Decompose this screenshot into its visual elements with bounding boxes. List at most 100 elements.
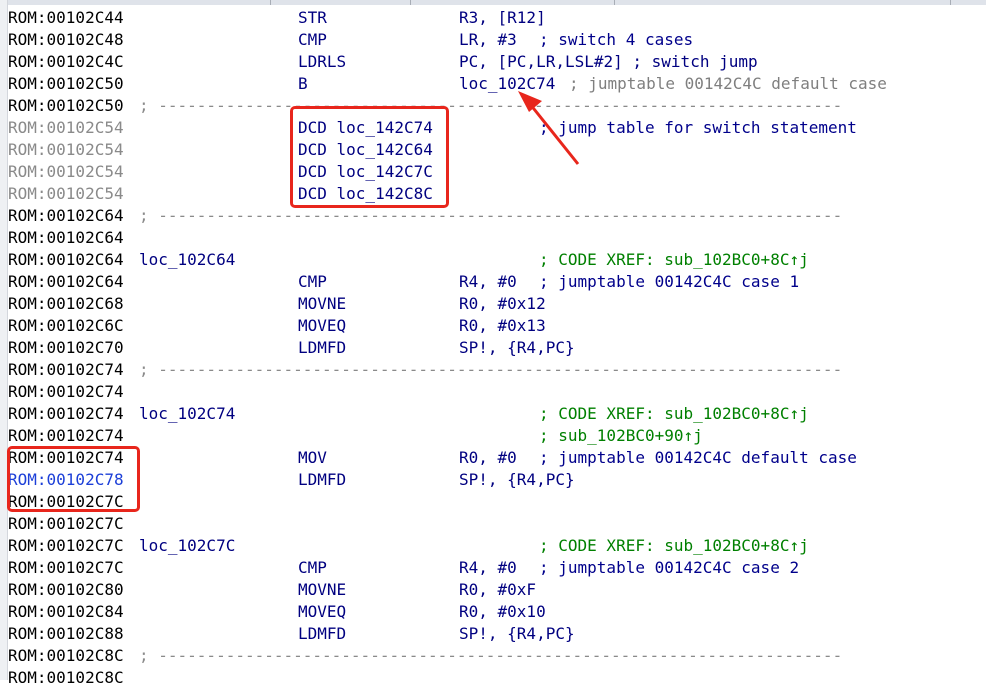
listing-line[interactable]: ROM:00102C88 LDMFD SP!, {R4,PC}: [8, 623, 986, 645]
operands[interactable]: R4, #0: [459, 557, 517, 579]
mnemonic: LDRLS: [298, 52, 347, 71]
listing-line[interactable]: ROM:00102C64 CMP R4, #0 ; jumptable 00142C4…: [8, 271, 986, 293]
separator-line: ; --------------------------------------…: [139, 206, 843, 225]
listing-line[interactable]: ROM:00102C50 ; --------------------------…: [8, 95, 986, 117]
listing-line[interactable]: ROM:00102C64 loc_102C64 ; CODE XREF: sub_1…: [8, 249, 986, 271]
address: ROM:00102C7C: [8, 514, 124, 533]
mnemonic: MOVNE: [298, 580, 347, 599]
jump-table-highlight-box: [290, 106, 449, 208]
operands[interactable]: R0, #0: [459, 447, 517, 469]
listing-line[interactable]: ROM:00102C74 ; sub_102BC0+90↑j: [8, 425, 986, 447]
xref-comment: ; CODE XREF: sub_102BC0+8C↑j: [539, 536, 809, 555]
default-case-highlight-box: [7, 446, 140, 512]
code-label[interactable]: loc_102C74: [139, 403, 235, 425]
comment: ; jumptable 00142C4C default case: [539, 448, 857, 467]
operands[interactable]: SP!, {R4,PC}: [459, 469, 575, 491]
address: ROM:00102C7C: [8, 558, 124, 577]
address: ROM:00102C4C: [8, 52, 124, 71]
listing-line[interactable]: ROM:00102C44 STR R3, [R12]: [8, 7, 986, 29]
listing-line[interactable]: ROM:00102C64: [8, 227, 986, 249]
address: ROM:00102C74: [8, 404, 124, 423]
address: ROM:00102C50: [8, 96, 124, 115]
address: ROM:00102C70: [8, 338, 124, 357]
code-label[interactable]: loc_102C7C: [139, 535, 235, 557]
listing-line[interactable]: ROM:00102C6C MOVEQ R0, #0x13: [8, 315, 986, 337]
comment: ; jumptable 00142C4C case 1: [539, 272, 800, 291]
comment: ; switch 4 cases: [539, 30, 694, 49]
address: ROM:00102C64: [8, 228, 124, 247]
address: ROM:00102C54: [8, 140, 124, 159]
operands[interactable]: SP!, {R4,PC}: [459, 623, 575, 645]
address: ROM:00102C74: [8, 382, 124, 401]
listing-line[interactable]: ROM:00102C7C CMP R4, #0 ; jumptable 00142C4…: [8, 557, 986, 579]
mnemonic: LDMFD: [298, 624, 347, 643]
listing-line[interactable]: ROM:00102C68 MOVNE R0, #0x12: [8, 293, 986, 315]
listing-line[interactable]: ROM:00102C7C: [8, 513, 986, 535]
operands[interactable]: R0, #0xF: [459, 579, 536, 601]
listing-line[interactable]: ROM:00102C8C ; --------------------------…: [8, 645, 986, 667]
mnemonic: MOVEQ: [298, 316, 347, 335]
comment: ; jump table for switch statement: [539, 118, 857, 137]
address: ROM:00102C8C: [8, 668, 124, 687]
address: ROM:00102C64: [8, 206, 124, 225]
code-label[interactable]: loc_102C64: [139, 249, 235, 271]
operands[interactable]: R3, [R12]: [459, 7, 546, 29]
listing-line[interactable]: ROM:00102C50 Bloc_102C74 ; jumptable 00142…: [8, 73, 986, 95]
address: ROM:00102C88: [8, 624, 124, 643]
listing-line[interactable]: ROM:00102C4C LDRLS PC, [PC,LR,LSL#2] ; swi…: [8, 51, 986, 73]
operands[interactable]: SP!, {R4,PC}: [459, 337, 575, 359]
address: ROM:00102C54: [8, 184, 124, 203]
header-edge: [0, 0, 986, 5]
listing-line[interactable]: ROM:00102C84 MOVEQ R0, #0x10: [8, 601, 986, 623]
address: ROM:00102C6C: [8, 316, 124, 335]
address: ROM:00102C68: [8, 294, 124, 313]
listing-line[interactable]: ROM:00102C80 MOVNE R0, #0xF: [8, 579, 986, 601]
mnemonic: LDMFD: [298, 470, 347, 489]
listing-line[interactable]: ROM:00102C74 MOV R0, #0; jumptable 00142C4…: [8, 447, 986, 469]
listing-line[interactable]: ROM:00102C74: [8, 381, 986, 403]
separator-line: ; --------------------------------------…: [139, 96, 843, 115]
separator-line: ; --------------------------------------…: [139, 646, 843, 665]
header-separator: [410, 0, 411, 5]
operands[interactable]: loc_102C74: [459, 73, 555, 95]
listing-line[interactable]: ROM:00102C74 loc_102C74 ; CODE XREF: sub_1…: [8, 403, 986, 425]
address: ROM:00102C44: [8, 8, 124, 27]
operands[interactable]: R4, #0: [459, 271, 517, 293]
address: ROM:00102C48: [8, 30, 124, 49]
address: ROM:00102C54: [8, 118, 124, 137]
listing-line[interactable]: ROM:00102C8C: [8, 667, 986, 689]
operands[interactable]: R0, #0x12: [459, 293, 546, 315]
address: ROM:00102C80: [8, 580, 124, 599]
xref-comment: ; sub_102BC0+90↑j: [539, 426, 703, 445]
mnemonic: CMP: [298, 558, 327, 577]
address: ROM:00102C64: [8, 272, 124, 291]
auto-comment: ; jumptable 00142C4C default case: [569, 74, 887, 93]
listing-line[interactable]: ROM:00102C74 ; --------------------------…: [8, 359, 986, 381]
listing-line[interactable]: ROM:00102C7C loc_102C7C ; CODE XREF: sub_1…: [8, 535, 986, 557]
listing-line[interactable]: ROM:00102C70 LDMFD SP!, {R4,PC}: [8, 337, 986, 359]
disassembly-listing[interactable]: ROM:00102C44 STR R3, [R12] ROM:00102C48 CMP L…: [8, 7, 986, 689]
address: ROM:00102C64: [8, 250, 124, 269]
listing-line[interactable]: ROM:00102C54 DCD loc_142C8C: [8, 183, 986, 205]
listing-line[interactable]: ROM:00102C64 ; --------------------------…: [8, 205, 986, 227]
address: ROM:00102C7C: [8, 536, 124, 555]
operands[interactable]: PC, [PC,LR,LSL#2] ; switch jump: [459, 51, 758, 73]
operands[interactable]: R0, #0x13: [459, 315, 546, 337]
listing-line[interactable]: ROM:00102C54 DCD loc_142C74; jump table f…: [8, 117, 986, 139]
operands[interactable]: LR, #3: [459, 29, 517, 51]
address: ROM:00102C8C: [8, 646, 124, 665]
mnemonic: STR: [298, 8, 327, 27]
listing-line[interactable]: ROM:00102C78 LDMFD SP!, {R4,PC}: [8, 469, 986, 491]
address: ROM:00102C50: [8, 74, 124, 93]
listing-gutter: [0, 0, 8, 680]
header-separator: [614, 0, 615, 5]
mnemonic: MOVNE: [298, 294, 347, 313]
listing-line[interactable]: ROM:00102C48 CMP LR, #3 ; switch 4 cases: [8, 29, 986, 51]
mnemonic: CMP: [298, 30, 327, 49]
mnemonic: MOVEQ: [298, 602, 347, 621]
listing-line[interactable]: ROM:00102C54 DCD loc_142C7C: [8, 161, 986, 183]
comment: ; jumptable 00142C4C case 2: [539, 558, 800, 577]
listing-line[interactable]: ROM:00102C7C: [8, 491, 986, 513]
listing-line[interactable]: ROM:00102C54 DCD loc_142C64: [8, 139, 986, 161]
operands[interactable]: R0, #0x10: [459, 601, 546, 623]
